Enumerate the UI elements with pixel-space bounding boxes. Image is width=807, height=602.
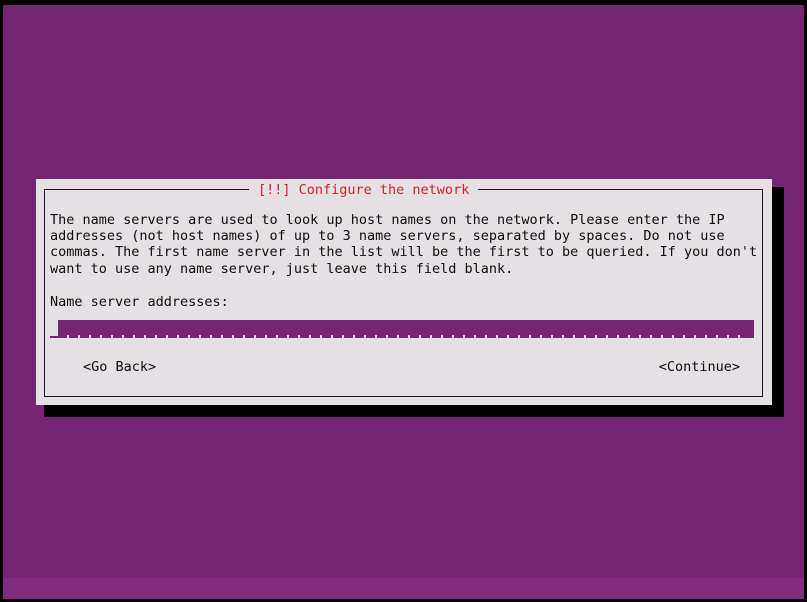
body-line: want to use any name server, just leave … [50,260,514,277]
go-back-button[interactable]: <Go Back> [83,358,156,376]
input-left-marker [50,336,58,338]
dialog-button-row: <Go Back> <Continue> [50,358,740,376]
input-scroll-rule [58,335,754,338]
body-line: addresses (not host names) of up to 3 na… [50,228,725,245]
dialog-body-text: The name servers are used to look up hos… [50,212,758,277]
installer-screen: [!!] Configure the network The name serv… [0,0,807,602]
status-bar: <Tab> moves; <Space> selects; <Enter> ac… [3,578,804,599]
continue-button[interactable]: <Continue> [659,358,740,376]
body-line: The name servers are used to look up hos… [50,212,725,228]
name-server-addresses-input-wrapper[interactable] [50,320,754,342]
name-server-addresses-label: Name server addresses: [50,294,229,310]
name-server-addresses-input[interactable] [58,320,754,335]
input-scroll-rule-cap [746,335,754,338]
body-line: commas. The first name server in the lis… [50,244,758,261]
dialog-title: [!!] Configure the network [249,181,479,199]
